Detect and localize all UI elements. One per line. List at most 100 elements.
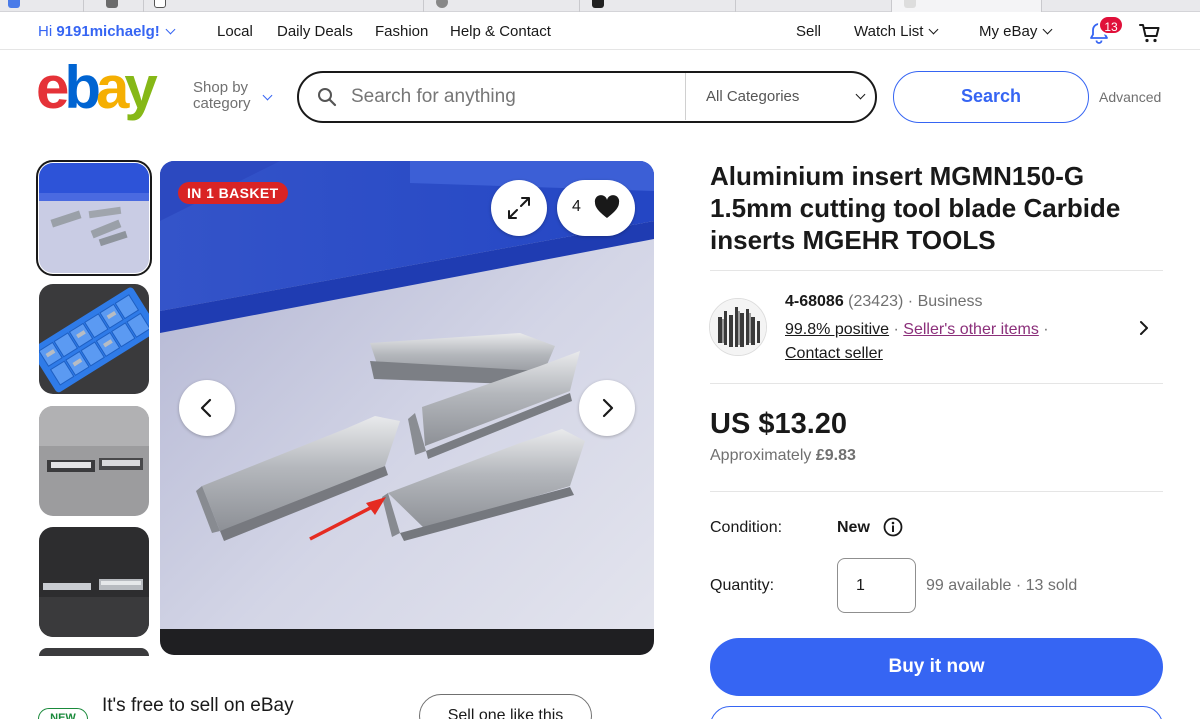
main-product-image[interactable]: IN 1 BASKET 4 <box>160 161 654 655</box>
seller-type: Business <box>917 293 983 310</box>
separator-dot: · <box>907 293 914 310</box>
cart-icon[interactable] <box>1138 21 1162 45</box>
tab-favicon-icon <box>154 0 166 8</box>
seller-avatar[interactable] <box>709 298 767 356</box>
browser-tab[interactable] <box>580 0 736 12</box>
seller-name[interactable]: 4-68086 <box>785 293 844 310</box>
listing-title: Aluminium insert MGMN150-G 1.5mm cutting… <box>710 161 1121 255</box>
browser-tab[interactable] <box>736 0 892 12</box>
category-select[interactable]: All Categories <box>706 88 866 105</box>
chevron-right-icon <box>602 398 614 418</box>
price: US $13.20 <box>710 408 848 440</box>
tab-favicon-icon <box>436 0 448 8</box>
free-to-sell-text: It's free to sell on eBay <box>102 695 294 716</box>
search-button[interactable]: Search <box>893 71 1089 123</box>
expand-icon <box>508 197 530 219</box>
separator-dot: · <box>1015 577 1022 594</box>
seller-positive-feedback-link[interactable]: 99.8% positive <box>785 321 889 338</box>
thumbnail-image <box>39 648 149 656</box>
approx-label: Approximately <box>710 447 812 464</box>
thumbnail-image <box>39 527 149 637</box>
divider <box>710 270 1163 271</box>
top-navigation: Hi 9191michaelg! Local Daily Deals Fashi… <box>0 12 1200 50</box>
gallery-thumbnail[interactable] <box>39 527 149 637</box>
quantity-label: Quantity: <box>710 577 775 594</box>
shop-by-category[interactable]: Shop by category <box>193 79 273 112</box>
nav-link-sell[interactable]: Sell <box>796 23 821 40</box>
nav-link-fashion[interactable]: Fashion <box>375 23 428 40</box>
sold-count: 13 sold <box>1025 577 1078 594</box>
previous-image-button[interactable] <box>179 380 235 436</box>
seller-name-line: 4-68086 (23423) · Business <box>785 293 982 311</box>
search-input[interactable] <box>351 83 681 111</box>
greeting-text: Hi <box>38 23 53 40</box>
nav-link-help-contact[interactable]: Help & Contact <box>450 23 551 40</box>
chevron-left-icon <box>200 398 212 418</box>
browser-tab[interactable] <box>144 0 424 12</box>
nav-link-local[interactable]: Local <box>217 23 253 40</box>
tab-favicon-icon <box>8 0 20 8</box>
availability: 99 available · 13 sold <box>926 577 1077 595</box>
my-ebay-label: My eBay <box>979 23 1038 40</box>
in-basket-badge: IN 1 BASKET <box>178 182 288 204</box>
buy-it-now-button[interactable]: Buy it now <box>710 638 1163 696</box>
tab-favicon-icon <box>592 0 604 8</box>
gallery-thumbnail[interactable] <box>39 648 149 656</box>
heart-icon <box>594 195 620 218</box>
tab-favicon-icon <box>106 0 118 8</box>
quantity-input[interactable]: 1 <box>837 558 916 613</box>
browser-tab-active[interactable] <box>892 0 1042 12</box>
approx-value: £9.83 <box>815 447 856 464</box>
separator-dot: · <box>893 321 899 338</box>
seller-other-items-link[interactable]: Seller's other items <box>903 321 1039 338</box>
add-to-basket-button[interactable] <box>710 706 1163 719</box>
thumbnail-image <box>39 163 149 273</box>
new-badge: NEW <box>38 708 88 719</box>
svg-text:ebay: ebay <box>36 62 158 121</box>
chevron-right-icon[interactable] <box>1136 320 1152 336</box>
divider <box>710 383 1163 384</box>
sell-one-like-this-button[interactable]: Sell one like this <box>419 694 592 719</box>
fullscreen-button[interactable] <box>491 180 547 236</box>
shop-by-label: Shop by <box>193 79 249 96</box>
advanced-search-link[interactable]: Advanced <box>1099 89 1161 105</box>
gallery-thumbnail[interactable] <box>39 406 149 516</box>
available-count: 99 available <box>926 577 1012 594</box>
info-icon[interactable] <box>883 517 903 537</box>
watch-list-menu[interactable]: Watch List <box>854 23 939 40</box>
user-greeting[interactable]: Hi 9191michaelg! <box>38 23 176 40</box>
seller-links: 99.8% positive · Seller's other items · <box>785 321 1049 339</box>
chevron-down-icon <box>929 24 939 35</box>
chevron-down-icon <box>165 24 176 35</box>
username: 9191michaelg! <box>56 23 160 40</box>
category-label: category <box>193 95 251 112</box>
divider <box>710 491 1163 492</box>
separator-dot: · <box>1043 321 1049 338</box>
browser-tab[interactable] <box>0 0 84 12</box>
category-select-value: All Categories <box>706 88 800 105</box>
watch-button[interactable]: 4 <box>557 180 635 236</box>
watch-list-label: Watch List <box>854 23 924 40</box>
condition-label: Condition: <box>710 519 783 536</box>
thumbnail-image <box>39 406 149 516</box>
watch-count: 4 <box>572 198 581 215</box>
chevron-down-icon <box>855 89 866 100</box>
chevron-down-icon <box>1042 24 1053 35</box>
browser-tab[interactable] <box>84 0 144 12</box>
search-divider <box>685 73 686 120</box>
condition-value: New <box>837 519 870 536</box>
my-ebay-menu[interactable]: My eBay <box>979 23 1053 40</box>
notification-badge: 13 <box>1098 15 1124 35</box>
thumbnail-image <box>39 284 149 394</box>
tab-favicon-icon <box>904 0 916 8</box>
chevron-down-icon <box>262 90 273 101</box>
browser-tab-strip <box>0 0 1200 12</box>
search-bar: All Categories <box>297 71 877 123</box>
gallery-thumbnail[interactable] <box>39 284 149 394</box>
gallery-thumbnail[interactable] <box>36 160 152 276</box>
next-image-button[interactable] <box>579 380 635 436</box>
browser-tab[interactable] <box>424 0 580 12</box>
ebay-logo[interactable]: ebay <box>36 62 176 124</box>
nav-link-daily-deals[interactable]: Daily Deals <box>277 23 353 40</box>
contact-seller-link[interactable]: Contact seller <box>785 345 883 363</box>
